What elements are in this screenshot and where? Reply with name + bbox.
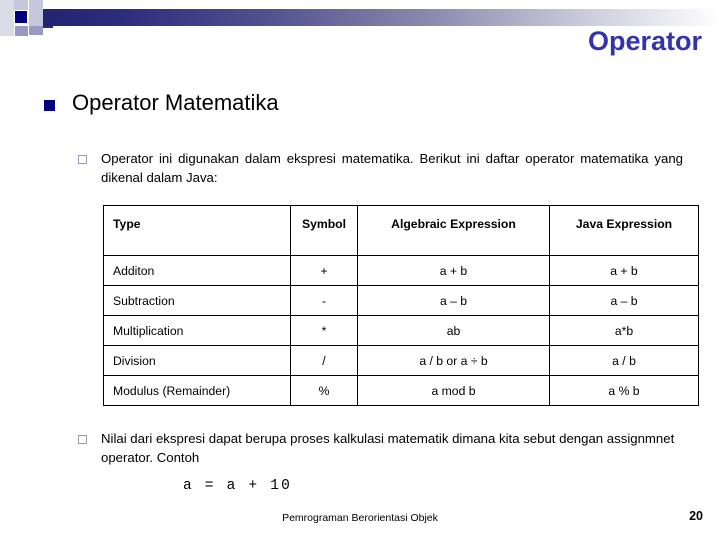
hollow-square-bullet-icon	[78, 435, 87, 444]
footer-label: Pemrograman Berorientasi Objek	[282, 512, 438, 524]
cell-algebraic: a + b	[357, 255, 550, 286]
bullet-paragraph-1: Operator ini digunakan dalam ekspresi ma…	[78, 150, 683, 187]
table-header-java-expression: Java Expression	[549, 205, 699, 256]
table-header-row: Type Symbol Algebraic Expression Java Ex…	[103, 205, 699, 256]
cell-type: Division	[103, 345, 291, 376]
cell-symbol: /	[290, 345, 358, 376]
deco-square-8	[15, 26, 28, 36]
deco-square-10	[43, 26, 53, 28]
cell-algebraic: a – b	[357, 285, 550, 316]
hollow-square-bullet-icon	[78, 155, 87, 164]
cell-java: a + b	[549, 255, 699, 286]
cell-type: Multiplication	[103, 315, 291, 346]
cell-type: Additon	[103, 255, 291, 286]
table-row: Division / a / b or a ÷ b a / b	[103, 345, 699, 376]
section-heading: Operator Matematika	[44, 90, 279, 115]
deco-square-7	[29, 26, 43, 35]
cell-java: a / b	[549, 345, 699, 376]
table-header-algebraic-expression: Algebraic Expression	[357, 205, 550, 256]
table-header-type: Type	[103, 205, 291, 256]
page-number: 20	[689, 509, 703, 523]
cell-type: Modulus (Remainder)	[103, 375, 291, 406]
paragraph-2-text: Nilai dari ekspresi dapat berupa proses …	[101, 431, 675, 465]
cell-algebraic: a mod b	[357, 375, 550, 406]
cell-java: a*b	[549, 315, 699, 346]
paragraph-1-text: Operator ini digunakan dalam ekspresi ma…	[101, 151, 683, 185]
cell-symbol: +	[290, 255, 358, 286]
cell-type: Subtraction	[103, 285, 291, 316]
table-row: Subtraction - a – b a – b	[103, 285, 699, 316]
deco-square-5	[15, 11, 27, 23]
deco-square-3	[29, 0, 43, 9]
filled-square-bullet-icon	[44, 100, 55, 111]
section-heading-label: Operator Matematika	[72, 90, 279, 115]
table-header-symbol: Symbol	[290, 205, 358, 256]
cell-java: a % b	[549, 375, 699, 406]
code-example: a = a + 10	[183, 478, 293, 494]
table-row: Additon + a + b a + b	[103, 255, 699, 286]
deco-square-4	[0, 14, 14, 30]
deco-square-1	[0, 0, 14, 14]
deco-square-6	[29, 9, 43, 26]
deco-square-9	[0, 30, 14, 36]
page-title: Operator	[587, 26, 702, 56]
bullet-paragraph-2: Nilai dari ekspresi dapat berupa proses …	[78, 430, 683, 467]
table-row: Modulus (Remainder) % a mod b a % b	[103, 375, 699, 406]
cell-java: a – b	[549, 285, 699, 316]
cell-symbol: %	[290, 375, 358, 406]
cell-algebraic: a / b or a ÷ b	[357, 345, 550, 376]
cell-symbol: *	[290, 315, 358, 346]
header-gradient-bar	[43, 9, 720, 26]
operator-table: Type Symbol Algebraic Expression Java Ex…	[103, 205, 699, 406]
cell-symbol: -	[290, 285, 358, 316]
cell-algebraic: ab	[357, 315, 550, 346]
deco-square-2	[14, 0, 28, 10]
table-row: Multiplication * ab a*b	[103, 315, 699, 346]
